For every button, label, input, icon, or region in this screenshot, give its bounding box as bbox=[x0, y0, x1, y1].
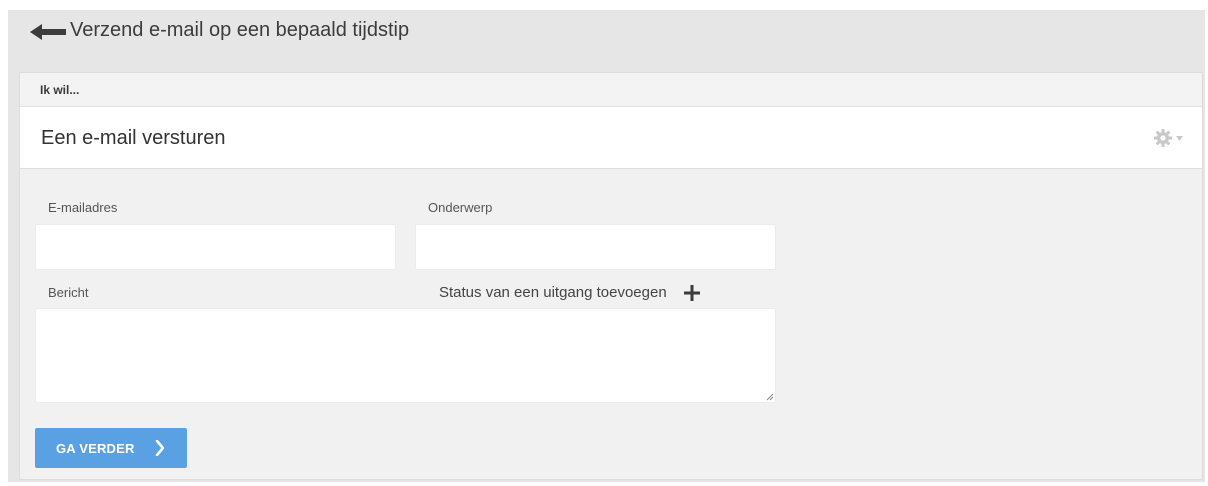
app-frame: Verzend e-mail op een bepaald tijdstip I… bbox=[8, 10, 1205, 482]
add-exit-status-label: Status van een uitgang toevoegen bbox=[439, 284, 667, 301]
plus-icon bbox=[683, 284, 700, 301]
chevron-right-icon bbox=[155, 440, 164, 456]
action-title: Een e-mail versturen bbox=[41, 127, 226, 149]
resize-handle-icon[interactable] bbox=[766, 393, 774, 401]
section-label: Ik wil... bbox=[40, 83, 80, 97]
continue-button[interactable]: GA VERDER bbox=[35, 428, 187, 468]
email-input[interactable] bbox=[35, 224, 396, 270]
subject-input[interactable] bbox=[415, 224, 776, 270]
page-title: Verzend e-mail op een bepaald tijdstip bbox=[70, 19, 410, 41]
message-textarea[interactable] bbox=[35, 308, 776, 403]
page-header: Verzend e-mail op een bepaald tijdstip bbox=[8, 10, 1205, 72]
section-header: Ik wil... bbox=[20, 73, 1202, 107]
subject-label: Onderwerp bbox=[428, 200, 493, 215]
settings-dropdown-button[interactable] bbox=[1154, 129, 1184, 147]
action-row: Een e-mail versturen bbox=[20, 107, 1202, 169]
continue-label: GA VERDER bbox=[56, 440, 135, 456]
caret-down-icon bbox=[1176, 135, 1183, 141]
gear-icon bbox=[1154, 129, 1172, 147]
email-label: E-mailadres bbox=[48, 200, 118, 215]
add-exit-status-button[interactable]: Status van een uitgang toevoegen bbox=[439, 284, 700, 301]
message-label: Bericht bbox=[48, 285, 89, 300]
action-card: Ik wil... Een e-mail versturen E-mailadr… bbox=[19, 72, 1203, 480]
arrow-left-icon[interactable] bbox=[30, 24, 66, 40]
